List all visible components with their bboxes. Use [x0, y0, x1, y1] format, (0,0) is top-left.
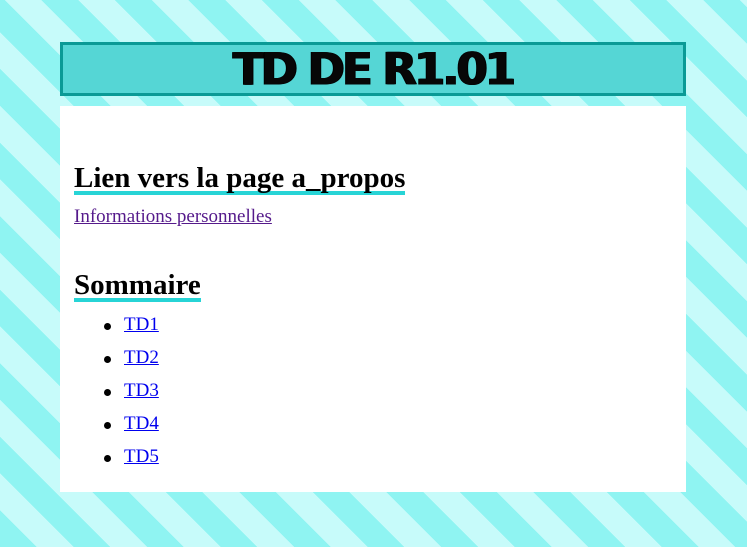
main-content: Lien vers la page a_propos Informations …: [60, 106, 686, 492]
td5-link[interactable]: TD5: [124, 446, 159, 467]
td2-link[interactable]: TD2: [124, 347, 159, 368]
page-banner: TD DE R1.01: [60, 42, 686, 96]
informations-personnelles-link[interactable]: Informations personnelles: [74, 206, 272, 228]
list-item: TD1: [104, 314, 159, 347]
list-item: TD2: [104, 347, 159, 380]
td3-link[interactable]: TD3: [124, 380, 159, 401]
summary-list: TD1 TD2 TD3 TD4 TD5: [104, 314, 159, 479]
summary-heading: Sommaire: [74, 269, 201, 302]
list-item: TD5: [104, 446, 159, 479]
list-item: TD4: [104, 413, 159, 446]
section-heading-a-propos: Lien vers la page a_propos: [74, 162, 406, 195]
td1-link[interactable]: TD1: [124, 314, 159, 335]
td4-link[interactable]: TD4: [124, 413, 159, 434]
banner-title: TD DE R1.01: [232, 43, 516, 95]
list-item: TD3: [104, 380, 159, 413]
